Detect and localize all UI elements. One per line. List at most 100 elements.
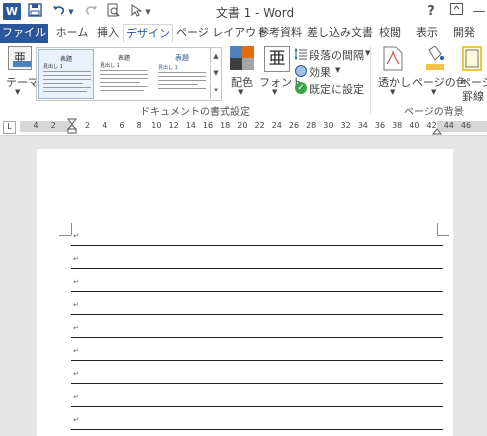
paragraph-mark: ↵ — [73, 393, 79, 401]
title-bar: W ▼ ▼ 文書 1 - Word ? — — [0, 0, 487, 24]
rule-line — [71, 268, 443, 269]
rule-line — [71, 360, 443, 361]
themes-button[interactable]: 亜 テーマ ▼ — [4, 46, 39, 102]
save-icon[interactable] — [26, 3, 44, 21]
tab-review[interactable]: 校閲 — [375, 24, 405, 43]
ruler-tick-label: 44 — [443, 121, 454, 130]
effects-icon — [295, 65, 307, 77]
tab-insert[interactable]: 挿入 — [94, 24, 122, 43]
style-set-thumb[interactable]: 表題 見出し 1 — [38, 49, 94, 99]
tab-page-layout[interactable]: ページ レイアウト — [176, 24, 267, 43]
ruler-tick-label: 20 — [237, 121, 248, 130]
themes-label: テーマ — [6, 76, 39, 89]
ruler-tick-label: 32 — [340, 121, 351, 130]
ruler-tick-label: 22 — [254, 121, 265, 130]
palette-icon — [230, 46, 254, 70]
ruler-tick-label: 40 — [409, 121, 420, 130]
word-logo-icon[interactable]: W — [3, 3, 21, 20]
window-title: 文書 1 - Word — [215, 6, 295, 20]
gallery-scroll-down-icon[interactable]: ▼ — [210, 65, 221, 81]
watermark-button[interactable]: 透かし ▼ — [376, 46, 412, 102]
group-separator — [370, 46, 371, 114]
tab-mailings[interactable]: 差し込み文書 — [307, 24, 373, 43]
ruler-tick-label: 10 — [151, 121, 162, 130]
ruler-tick-label: 28 — [306, 121, 317, 130]
style-set-gallery: 表題 見出し 1 表題 見出し 1 表題 見出し 1 ▲ ▼ ▾ — [36, 47, 222, 101]
undo-dropdown-icon[interactable]: ▼ — [66, 3, 76, 21]
print-preview-icon[interactable] — [104, 3, 122, 21]
rule-line — [71, 337, 443, 338]
ruler-tick-label: 30 — [323, 121, 334, 130]
style-set-thumb[interactable]: 表題 見出し 1 — [96, 49, 152, 99]
page-borders-label-2: 罫線 — [462, 90, 484, 102]
paragraph-mark: ↵ — [73, 278, 79, 286]
indent-marker-icon[interactable] — [66, 118, 78, 135]
rule-line — [71, 383, 443, 384]
customize-qat-chevron-down-icon[interactable]: ▼ — [143, 3, 153, 21]
ruler-tick-label: 12 — [168, 121, 179, 130]
ribbon-display-icon[interactable] — [445, 2, 467, 22]
ruler-tick-label: 16 — [202, 121, 214, 130]
ruler-tick-label: 6 — [119, 121, 125, 130]
tab-view[interactable]: 表示 — [412, 24, 442, 43]
set-as-default-label: 既定に設定 — [309, 83, 364, 96]
ruler-tick-label: 24 — [271, 121, 282, 130]
ruler-tick-label: 34 — [357, 121, 368, 130]
colors-chevron-down-icon: ▼ — [238, 88, 244, 96]
rule-line — [71, 429, 443, 430]
page-background-group-label: ページの背景 — [404, 107, 464, 118]
ruler-tick-label: 2 — [85, 121, 91, 130]
gallery-more-icon[interactable]: ▾ — [210, 82, 221, 99]
right-indent-marker-icon[interactable] — [431, 126, 443, 135]
checkmark-icon: ✓ — [295, 82, 307, 94]
gallery-scroll-up-icon[interactable]: ▲ — [210, 48, 221, 64]
paragraph-spacing-label: 段落の間隔 — [309, 49, 364, 62]
set-as-default-button[interactable]: ✓ 既定に設定 — [295, 81, 365, 96]
ruler-tick-label: 4 — [102, 121, 108, 130]
document-page[interactable]: ↵↵↵↵↵↵↵↵↵↵ — [37, 149, 453, 436]
ruler-tick-label: 18 — [220, 121, 231, 130]
style-set-thumb[interactable]: 表題 見出し 1 — [154, 49, 210, 99]
paragraph-mark: ↵ — [73, 324, 79, 332]
tab-design[interactable]: デザイン — [123, 24, 173, 43]
paragraph-mark: ↵ — [73, 347, 79, 355]
horizontal-ruler[interactable]: L 4 2 2 4 6 8 10 12 14 16 18 20 22 24 26 28 30 32 34 36 38 40… — [0, 118, 487, 136]
redo-icon[interactable] — [82, 3, 100, 21]
tab-references[interactable]: 参考資料 — [257, 24, 303, 43]
paragraph-mark: ↵ — [73, 370, 79, 378]
page-color-icon — [425, 45, 445, 71]
paragraph-mark: ↵ — [73, 301, 79, 309]
page-color-chevron-down-icon: ▼ — [431, 88, 437, 96]
ribbon-tabs: ファイル ホーム 挿入 デザイン ページ レイアウト 参考資料 差し込み文書 校… — [0, 24, 487, 44]
paragraph-spacing-icon — [294, 47, 307, 61]
fonts-button[interactable]: 亜 フォント ▼ — [259, 46, 303, 102]
ruler-tick-label: 38 — [392, 121, 403, 130]
minimize-icon[interactable]: — — [468, 2, 487, 22]
tab-developer[interactable]: 開発 — [449, 24, 479, 43]
page-color-label: ページの色 — [412, 76, 467, 89]
paragraph-mark: ↵ — [73, 232, 79, 240]
ruler-tick-label: 2 — [50, 121, 56, 130]
ruler-tick-label: 8 — [136, 121, 142, 130]
effects-button[interactable]: 効果 ▼ — [295, 64, 355, 79]
page-borders-button[interactable]: ページ 罫線 — [460, 46, 487, 102]
doc-format-group-label: ドキュメントの書式設定 — [140, 107, 250, 118]
watermark-icon — [383, 46, 403, 71]
help-button[interactable]: ? — [420, 2, 442, 22]
document-area: ↵↵↵↵↵↵↵↵↵↵ — [0, 136, 487, 436]
effects-label: 効果 — [309, 66, 331, 79]
effects-chevron-down-icon: ▼ — [335, 66, 341, 74]
paragraph-spacing-button[interactable]: 段落の間隔 ▼ — [294, 47, 375, 62]
tab-home[interactable]: ホーム — [52, 24, 92, 43]
themes-chevron-down-icon: ▼ — [15, 88, 21, 96]
theme-color-strip — [13, 61, 31, 67]
rule-line — [71, 291, 443, 292]
ruled-lines: ↵↵↵↵↵↵↵↵↵↵ — [37, 149, 453, 436]
ruler-tick-label: 14 — [185, 121, 196, 130]
colors-button[interactable]: 配色 ▼ — [227, 46, 257, 102]
tab-file[interactable]: ファイル — [0, 24, 48, 43]
page-color-button[interactable]: ページの色 ▼ — [412, 45, 467, 102]
page-borders-icon — [462, 46, 482, 71]
paragraph-mark: ↵ — [73, 255, 79, 263]
rule-line — [71, 314, 443, 315]
